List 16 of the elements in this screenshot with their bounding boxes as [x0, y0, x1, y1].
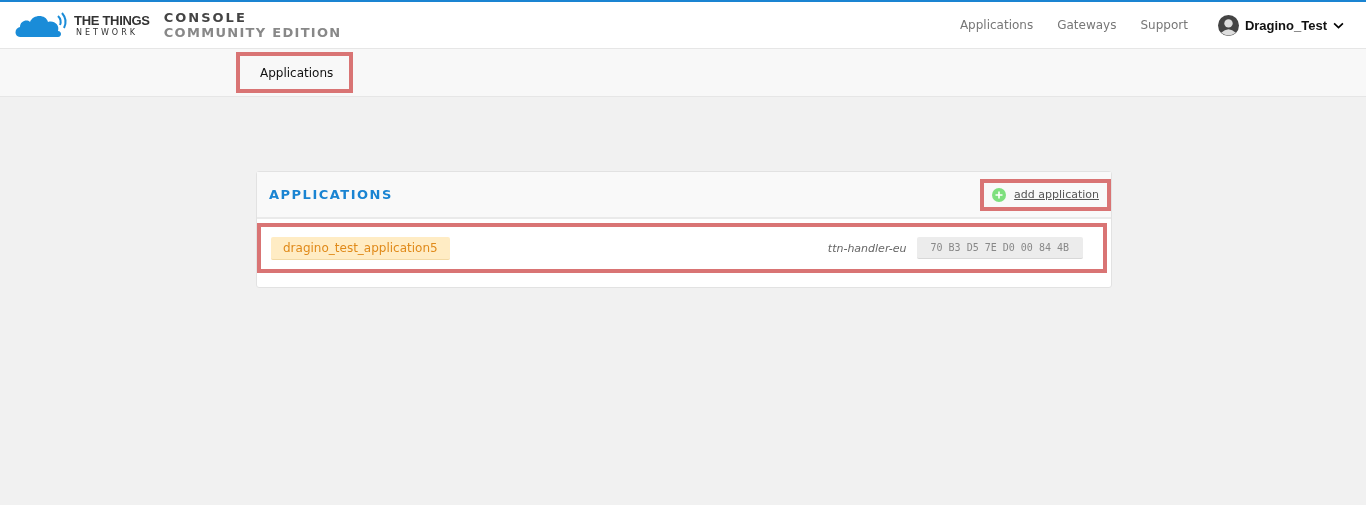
- handler-name: ttn-handler-eu: [827, 241, 907, 255]
- add-application-link[interactable]: add application: [1014, 188, 1099, 201]
- breadcrumb-link[interactable]: Applications: [236, 52, 354, 93]
- nav-link[interactable]: Support: [1140, 18, 1188, 32]
- user-menu[interactable]: Dragino_Test: [1244, 17, 1327, 33]
- brand-subtitle: NETWORK: [75, 27, 139, 37]
- edition-name: COMMUNITY EDITION: [163, 25, 342, 40]
- nav-link[interactable]: Gateways: [1057, 18, 1117, 32]
- nav-link[interactable]: Applications: [959, 18, 1034, 32]
- brand-name: THE THINGS: [74, 13, 150, 28]
- card-title: APPLICATIONS: [269, 187, 393, 202]
- plus-circle-icon: [992, 187, 1007, 202]
- avatar-icon: [1217, 14, 1239, 36]
- chevron-down-icon: [1333, 21, 1344, 29]
- product-name: CONSOLE: [163, 10, 248, 25]
- eui-tag: 70 B3 D5 7E D0 00 84 4B: [916, 237, 1083, 259]
